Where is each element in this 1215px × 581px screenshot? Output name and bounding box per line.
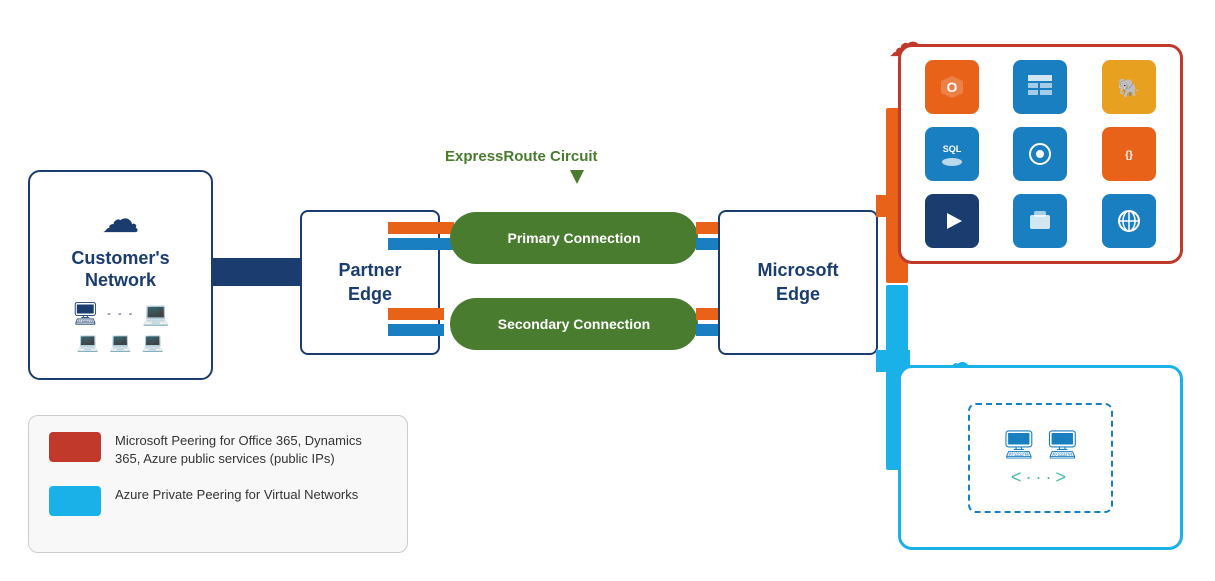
- diagram-container: ☁ Customer's Network 🖥 - - - 💻 💻 💻 💻 Par…: [0, 0, 1215, 581]
- ms-services-box: O 🐘 SQL: [898, 44, 1183, 264]
- azure-api-icon: {}: [1102, 127, 1156, 181]
- expressroute-arrow: [570, 170, 584, 184]
- azure-private-box: 🖥 🖥 <···>: [898, 365, 1183, 550]
- microsoft-edge-label: Microsoft Edge: [758, 259, 839, 306]
- legend-item-microsoft-peering: Microsoft Peering for Office 365, Dynami…: [49, 432, 387, 468]
- monitor-icon-2: 💻: [142, 301, 169, 327]
- laptop-icon-2: 💻: [109, 332, 131, 353]
- laptop-icon-1: 💻: [77, 332, 99, 353]
- monitor-icon-1: 🖥: [71, 301, 99, 327]
- customer-network-box: ☁ Customer's Network 🖥 - - - 💻 💻 💻 💻: [28, 170, 213, 380]
- customer-cloud-icon: ☁: [102, 197, 140, 242]
- connector-customer-partner: [213, 258, 301, 286]
- azure-storage-icon: [1013, 194, 1067, 248]
- office365-icon: O: [925, 60, 979, 114]
- hdinsight-icon: 🐘: [1102, 60, 1156, 114]
- svg-text:O: O: [947, 79, 958, 95]
- secondary-connection-label: Secondary Connection: [498, 316, 650, 332]
- legend-item-azure-private: Azure Private Peering for Virtual Networ…: [49, 486, 387, 516]
- network-devices: 🖥 - - - 💻 💻 💻 💻: [71, 301, 169, 353]
- legend-blue-box: [49, 486, 101, 516]
- vnet-dots-icon: <···>: [1011, 467, 1070, 488]
- primary-connection-pill: Primary Connection: [450, 212, 698, 264]
- svg-text:🐘: 🐘: [1118, 78, 1140, 98]
- vnet-icons-row: 🖥 🖥: [1001, 428, 1080, 461]
- legend-azure-private-text: Azure Private Peering for Virtual Networ…: [115, 486, 358, 504]
- azure-sql-icon: SQL: [925, 127, 979, 181]
- expressroute-label: ExpressRoute Circuit: [445, 148, 598, 165]
- hconn-secondary-blue-left: [388, 324, 444, 336]
- azure-table-icon: [1013, 60, 1067, 114]
- azure-media-icon: [925, 194, 979, 248]
- partner-edge-label: Partner Edge: [338, 259, 401, 306]
- vnet-monitor-icon: 🖥: [1001, 428, 1037, 461]
- legend-box: Microsoft Peering for Office 365, Dynami…: [28, 415, 408, 553]
- hconn-primary-blue-left: [388, 238, 444, 250]
- customer-network-label: Customer's Network: [71, 248, 169, 291]
- vnet-inner-box: 🖥 🖥 <···>: [968, 403, 1113, 513]
- microsoft-edge-box: Microsoft Edge: [718, 210, 878, 355]
- hconn-secondary-orange-left: [388, 308, 444, 320]
- laptop-icon-3: 💻: [142, 332, 164, 353]
- azure-cosmos-icon: [1013, 127, 1067, 181]
- primary-connection-label: Primary Connection: [507, 230, 640, 246]
- secondary-connection-pill: Secondary Connection: [450, 298, 698, 350]
- legend-microsoft-peering-text: Microsoft Peering for Office 365, Dynami…: [115, 432, 387, 468]
- azure-cdn-icon: [1102, 194, 1156, 248]
- svg-text:{}: {}: [1125, 150, 1133, 161]
- legend-red-box: [49, 432, 101, 462]
- vnet-monitor-icon-2: 🖥: [1045, 428, 1081, 461]
- dot-line: - - -: [107, 308, 134, 320]
- svg-text:SQL: SQL: [943, 144, 962, 154]
- hconn-primary-orange-left: [388, 222, 444, 234]
